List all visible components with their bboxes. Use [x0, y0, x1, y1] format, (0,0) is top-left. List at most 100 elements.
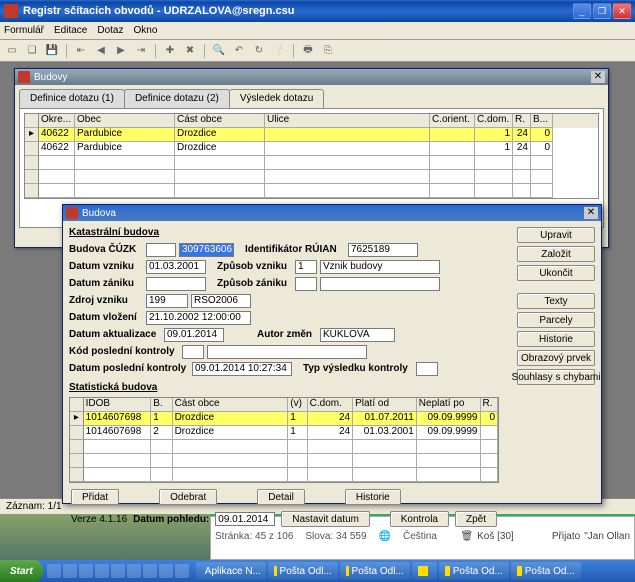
ql-icon[interactable] — [47, 564, 61, 578]
task-button[interactable]: Pošta Od... — [439, 562, 509, 580]
inp-datum-pohledu[interactable]: 09.01.2014 — [215, 512, 275, 526]
btn-ukoncit[interactable]: Ukončit — [517, 265, 595, 281]
budova-titlebar[interactable]: Budova ✕ — [63, 205, 601, 221]
btn-detail[interactable]: Detail — [257, 489, 305, 505]
minimize-button[interactable]: _ — [573, 3, 591, 19]
task-button[interactable]: Pošta Od... — [511, 562, 581, 580]
kos-label: Koš [30] — [477, 531, 514, 542]
tb-prev-icon[interactable]: ◀ — [93, 43, 109, 59]
ql-icon[interactable] — [143, 564, 157, 578]
version-label: Verze 4.1.16 — [71, 514, 127, 525]
inp-kodk[interactable] — [182, 345, 204, 359]
inp-zpvz-txt[interactable]: Vznik budovy — [320, 260, 440, 274]
task-button[interactable]: Pošta Odl... — [340, 562, 410, 580]
stat-grid[interactable]: IDOBB.Část obce(v)Č.dom.Platí odNeplatí … — [69, 397, 499, 483]
tb-print-icon[interactable]: 🖶 — [300, 43, 316, 59]
menubar: Formulář Editace Dotaz Okno — [0, 22, 635, 40]
tb-find-icon[interactable]: 🔍 — [211, 43, 227, 59]
budovy-close-button[interactable]: ✕ — [591, 71, 605, 83]
lbl-dzanik: Datum zániku — [69, 278, 143, 289]
task-button[interactable]: Pošta Odl... — [268, 562, 338, 580]
lbl-dakt: Datum aktualizace — [69, 329, 161, 340]
menu-formular[interactable]: Formulář — [4, 25, 44, 36]
inp-budova[interactable]: 309763606 — [179, 243, 234, 257]
btn-zalozit[interactable]: Založit — [517, 246, 595, 262]
tb-next-icon[interactable]: ▶ — [113, 43, 129, 59]
budovy-tabs: Definice dotazu (1) Definice dotazu (2) … — [15, 85, 608, 108]
tb-first-icon[interactable]: ⇤ — [73, 43, 89, 59]
words-info: Slova: 34 559 — [305, 531, 366, 542]
menu-dotaz[interactable]: Dotaz — [97, 25, 123, 36]
lbl-zpzn: Způsob zániku — [217, 278, 292, 289]
user-label: "Jan Ollan — [584, 531, 630, 542]
inp-zdroj-txt[interactable]: RSO2006 — [191, 294, 251, 308]
inp-dvznik[interactable]: 01.03.2001 — [146, 260, 206, 274]
lbl-budova: Budova ČÚZK — [69, 244, 143, 255]
inp-dvloz[interactable]: 21.10.2002 12:00:00 — [146, 311, 251, 325]
inp-budova-pre[interactable] — [146, 243, 176, 257]
tb-help-icon[interactable]: ❔ — [271, 43, 287, 59]
lbl-zdroj: Zdroj vzniku — [69, 295, 143, 306]
tb-save-icon[interactable]: 💾 — [44, 43, 60, 59]
inp-ident[interactable]: 7625189 — [348, 243, 418, 257]
tb-new-icon[interactable]: ✚ — [162, 43, 178, 59]
tab-def1[interactable]: Definice dotazu (1) — [19, 89, 125, 108]
lbl-datum-pohledu: Datum pohledu: — [133, 514, 209, 525]
tab-result[interactable]: Výsledek dotazu — [229, 89, 324, 108]
lbl-kodk: Kód poslední kontroly — [69, 346, 179, 357]
ql-icon[interactable] — [79, 564, 93, 578]
btn-historie[interactable]: Historie — [345, 489, 401, 505]
ql-icon[interactable] — [111, 564, 125, 578]
btn-souhlasy[interactable]: Souhlasy s chybami — [517, 369, 595, 385]
tb-doc-icon[interactable]: ▭ — [4, 43, 20, 59]
section-katastral: Katastrální budova — [69, 227, 499, 238]
ql-icon[interactable] — [63, 564, 77, 578]
close-button[interactable]: ✕ — [613, 3, 631, 19]
btn-kontrola[interactable]: Kontrola — [390, 511, 449, 527]
inp-autor[interactable]: KUKLOVA — [320, 328, 395, 342]
result-grid[interactable]: Okre...ObecČást obceUliceČ.orient.Č.dom.… — [24, 113, 599, 199]
btn-pridat[interactable]: Přidat — [71, 489, 119, 505]
budova-dialog: Budova ✕ Katastrální budova Budova ČÚZK … — [62, 204, 602, 504]
btn-nastavit-datum[interactable]: Nastavit datum — [281, 511, 370, 527]
ql-icon[interactable] — [175, 564, 189, 578]
trash-icon[interactable]: 🗑 — [460, 531, 473, 542]
inp-zpzn[interactable] — [295, 277, 317, 291]
start-button[interactable]: Start — [0, 560, 43, 582]
task-button[interactable] — [412, 562, 437, 580]
tb-del-icon[interactable]: ✖ — [182, 43, 198, 59]
menu-editace[interactable]: Editace — [54, 25, 87, 36]
btn-odebrat[interactable]: Odebrat — [159, 489, 217, 505]
ql-icon[interactable] — [95, 564, 109, 578]
menu-okno[interactable]: Okno — [134, 25, 158, 36]
tb-refresh-icon[interactable]: ↻ — [251, 43, 267, 59]
tb-undo-icon[interactable]: ↶ — [231, 43, 247, 59]
inp-zdroj[interactable]: 199 — [146, 294, 188, 308]
tb-exit-icon[interactable]: ⎘ — [320, 43, 336, 59]
inp-dakt[interactable]: 09.01.2014 — [164, 328, 224, 342]
lbl-dvznik: Datum vzniku — [69, 261, 143, 272]
inp-datk[interactable]: 09.01.2014 10:27:34 — [192, 362, 292, 376]
inp-zpzn-txt[interactable] — [320, 277, 440, 291]
tb-last-icon[interactable]: ⇥ — [133, 43, 149, 59]
btn-obrazovy-prvek[interactable]: Obrazový prvek — [517, 350, 595, 366]
mdi-workspace: Budovy ✕ Definice dotazu (1) Definice do… — [0, 62, 635, 560]
tb-cards-icon[interactable]: ❑ — [24, 43, 40, 59]
btn-zpet[interactable]: Zpět — [455, 511, 497, 527]
inp-zpvz[interactable]: 1 — [295, 260, 317, 274]
tab-def2[interactable]: Definice dotazu (2) — [124, 89, 230, 108]
budovy-titlebar[interactable]: Budovy ✕ — [15, 69, 608, 85]
app-icon — [4, 4, 18, 18]
btn-parcely[interactable]: Parcely — [517, 312, 595, 328]
btn-upravit[interactable]: Upravit — [517, 227, 595, 243]
inp-kodk-txt[interactable] — [207, 345, 367, 359]
ql-icon[interactable] — [127, 564, 141, 578]
btn-texty[interactable]: Texty — [517, 293, 595, 309]
task-button[interactable]: Aplikace N... — [196, 562, 266, 580]
inp-typk[interactable] — [416, 362, 438, 376]
btn-historie-side[interactable]: Historie — [517, 331, 595, 347]
ql-icon[interactable] — [159, 564, 173, 578]
budova-close-button[interactable]: ✕ — [584, 207, 598, 219]
inp-dzanik[interactable] — [146, 277, 206, 291]
maximize-button[interactable]: ❐ — [593, 3, 611, 19]
